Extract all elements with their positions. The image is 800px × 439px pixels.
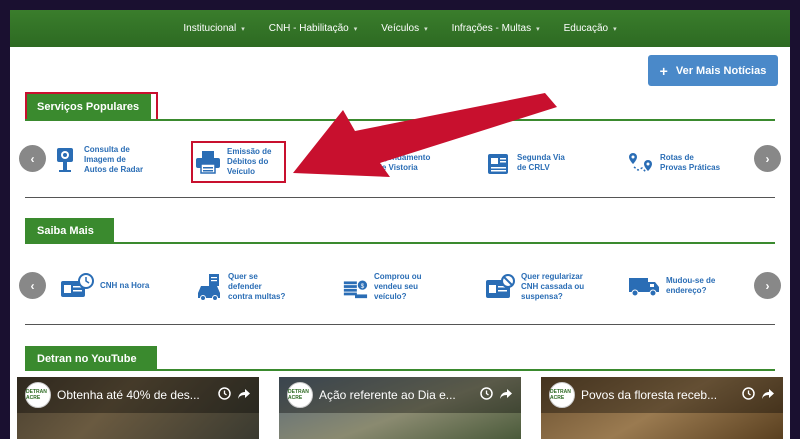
channel-logo: DETRAN ACRE bbox=[287, 382, 313, 408]
youtube-video-card[interactable]: DETRAN ACRE Ação referente ao Dia e... bbox=[279, 377, 521, 439]
chevron-down-icon: ▾ bbox=[241, 25, 245, 33]
chevron-down-icon: ▾ bbox=[536, 25, 540, 33]
carousel-prev-button[interactable]: ‹ bbox=[19, 145, 46, 172]
chevron-left-icon: ‹ bbox=[30, 278, 35, 293]
watch-later-icon[interactable] bbox=[480, 387, 493, 403]
video-title: Obtenha até 40% de des... bbox=[57, 388, 200, 402]
nav-label: CNH - Habilitação bbox=[268, 23, 349, 34]
watch-later-icon[interactable] bbox=[742, 387, 755, 403]
chevron-left-icon: ‹ bbox=[30, 151, 35, 166]
youtube-heading: Detran no YouTube bbox=[25, 346, 157, 371]
nav-item-infracoes[interactable]: Infrações - Multas ▾ bbox=[440, 23, 552, 34]
carousel-prev-button[interactable]: ‹ bbox=[19, 272, 46, 299]
nav-item-veiculos[interactable]: Veículos ▾ bbox=[369, 23, 439, 34]
ver-mais-noticias-button[interactable]: + Ver Mais Notícias bbox=[648, 55, 778, 86]
main-nav: Institucional ▾ CNH - Habilitação ▾ Veícul… bbox=[10, 10, 790, 47]
video-title-bar: DETRAN ACRE Ação referente ao Dia e... bbox=[279, 377, 521, 413]
chevron-down-icon: ▾ bbox=[424, 25, 428, 33]
youtube-video-card[interactable]: DETRAN ACRE Obtenha até 40% de des... bbox=[17, 377, 259, 439]
section-divider bbox=[25, 242, 775, 244]
nav-label: Institucional bbox=[183, 23, 237, 34]
saiba-item-comprou[interactable]: $ Comprou ou vendeu seu veículo? bbox=[342, 272, 444, 302]
youtube-video-card[interactable]: DETRAN ACRE Povos da floresta receb... bbox=[541, 377, 783, 439]
share-icon[interactable] bbox=[499, 388, 513, 403]
carousel-next-button[interactable]: › bbox=[754, 272, 781, 299]
nav-label: Infrações - Multas bbox=[451, 23, 532, 34]
service-label: Rotas de Provas Práticas bbox=[660, 153, 721, 172]
highlight-box bbox=[191, 141, 286, 183]
channel-logo: DETRAN ACRE bbox=[25, 382, 51, 408]
saiba-mais-heading: Saiba Mais bbox=[25, 218, 114, 244]
share-icon[interactable] bbox=[761, 388, 775, 403]
saiba-label: Mudou-se de endereço? bbox=[666, 276, 716, 295]
section-title: Saiba Mais bbox=[37, 225, 94, 237]
channel-logo: DETRAN ACRE bbox=[549, 382, 575, 408]
saiba-label: CNH na Hora bbox=[100, 281, 150, 290]
saiba-item-cnh-cassada[interactable]: Quer regularizar CNH cassada ou suspensa… bbox=[485, 272, 599, 302]
nav-item-educacao[interactable]: Educação ▾ bbox=[552, 23, 629, 34]
video-title-bar: DETRAN ACRE Obtenha até 40% de des... bbox=[17, 377, 259, 413]
section-divider bbox=[25, 369, 775, 371]
service-item-rotas[interactable]: Rotas de Provas Práticas bbox=[628, 150, 730, 176]
plus-icon: + bbox=[659, 62, 668, 79]
watch-later-icon[interactable] bbox=[218, 387, 231, 403]
nav-item-cnh[interactable]: CNH - Habilitação ▾ bbox=[257, 23, 370, 34]
section-title: Detran no YouTube bbox=[37, 352, 137, 365]
nav-label: Veículos bbox=[381, 23, 420, 34]
video-title: Povos da floresta receb... bbox=[581, 388, 718, 402]
chevron-right-icon: › bbox=[765, 278, 770, 293]
truck-icon bbox=[628, 273, 660, 299]
saiba-label: Comprou ou vendeu seu veículo? bbox=[374, 272, 422, 301]
page: Institucional ▾ CNH - Habilitação ▾ Veícul… bbox=[10, 10, 790, 439]
highlight-box bbox=[25, 92, 158, 121]
car-ticket-icon bbox=[196, 274, 222, 301]
svg-text:$: $ bbox=[361, 283, 365, 290]
share-icon[interactable] bbox=[237, 388, 251, 403]
carousel-next-button[interactable]: › bbox=[754, 145, 781, 172]
service-label: Consulta de Imagem de Autos de Radar bbox=[84, 145, 144, 174]
section-separator bbox=[25, 324, 775, 325]
video-title-bar: DETRAN ACRE Povos da floresta receb... bbox=[541, 377, 783, 413]
saiba-item-multas[interactable]: Quer se defender contra multas? bbox=[196, 272, 298, 302]
nav-item-institucional[interactable]: Institucional ▾ bbox=[171, 23, 256, 34]
nav-label: Educação bbox=[563, 23, 609, 34]
map-route-icon bbox=[628, 150, 654, 176]
chevron-down-icon: ▾ bbox=[353, 25, 358, 33]
saiba-label: Quer se defender contra multas? bbox=[228, 272, 286, 301]
chevron-right-icon: › bbox=[765, 151, 770, 166]
button-label: Ver Mais Notícias bbox=[675, 64, 767, 77]
service-item-radar[interactable]: Consulta de Imagem de Autos de Radar bbox=[52, 145, 154, 175]
saiba-item-cnh-hora[interactable]: CNH na Hora bbox=[60, 273, 170, 299]
id-card-clock-icon bbox=[60, 273, 94, 299]
video-title: Ação referente ao Dia e... bbox=[319, 388, 456, 402]
card-blocked-icon bbox=[485, 274, 515, 300]
radar-camera-icon bbox=[52, 147, 78, 173]
saiba-label: Quer regularizar CNH cassada ou suspensa… bbox=[521, 272, 585, 301]
chevron-down-icon: ▾ bbox=[613, 25, 617, 33]
saiba-item-endereco[interactable]: Mudou-se de endereço? bbox=[628, 273, 736, 299]
annotation-arrow-icon bbox=[293, 93, 557, 177]
money-icon: $ bbox=[342, 274, 368, 300]
